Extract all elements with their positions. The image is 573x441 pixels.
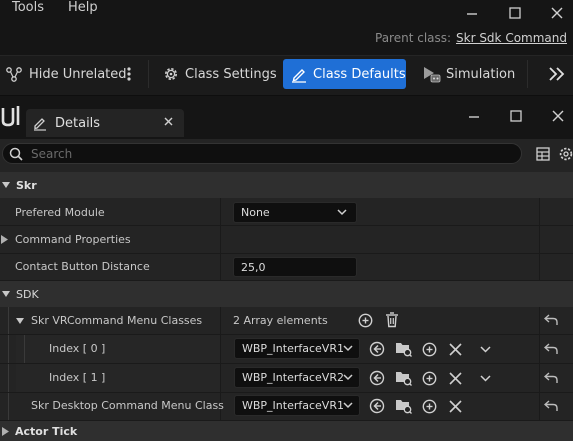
chevron-down-icon bbox=[2, 181, 10, 189]
search-icon bbox=[9, 147, 23, 161]
toolbar-divider bbox=[527, 60, 528, 88]
command-properties-label: Command Properties bbox=[15, 233, 131, 246]
gear-icon bbox=[162, 65, 180, 83]
section-sdk-header[interactable]: SDK bbox=[0, 281, 573, 307]
search-placeholder: Search bbox=[31, 146, 73, 161]
maximize-icon[interactable] bbox=[509, 7, 521, 19]
chevron-down-icon bbox=[343, 345, 353, 352]
contact-button-distance-value: 25,0 bbox=[241, 260, 266, 274]
section-skr-header[interactable]: Skr bbox=[0, 172, 573, 198]
chevron-right-icon bbox=[1, 235, 8, 244]
parent-class-link[interactable]: Skr Sdk Command bbox=[456, 31, 567, 45]
index0-class-picker[interactable]: WBP_InterfaceVR1 bbox=[234, 338, 360, 359]
index0-value: WBP_InterfaceVR1 bbox=[242, 342, 344, 355]
browse-folder-icon[interactable] bbox=[395, 397, 412, 414]
minimize-icon[interactable] bbox=[466, 8, 478, 20]
create-new-icon[interactable] bbox=[422, 399, 437, 414]
close-icon[interactable] bbox=[551, 7, 563, 19]
hide-unrelated-label: Hide Unrelated bbox=[29, 66, 127, 82]
array-element-row-bg bbox=[16, 335, 220, 363]
panel-close-icon[interactable] bbox=[552, 110, 564, 122]
command-properties-row[interactable]: Command Properties bbox=[0, 226, 220, 253]
section-actor-tick-header[interactable]: Actor Tick bbox=[0, 421, 573, 441]
trash-icon[interactable] bbox=[385, 312, 399, 328]
column-divider bbox=[539, 198, 540, 424]
prefered-module-label: Prefered Module bbox=[15, 206, 105, 219]
element-options-chevron-icon[interactable] bbox=[480, 375, 491, 382]
parent-class-label: Parent class: bbox=[375, 31, 452, 45]
clear-icon[interactable] bbox=[449, 372, 462, 385]
create-new-icon[interactable] bbox=[422, 342, 437, 357]
index1-class-picker[interactable]: WBP_InterfaceVR2 bbox=[234, 367, 360, 388]
section-actor-tick-title: Actor Tick bbox=[15, 424, 78, 438]
reset-to-default-icon[interactable] bbox=[544, 372, 558, 384]
prefered-module-value: None bbox=[241, 206, 270, 219]
section-sdk-title: SDK bbox=[16, 287, 39, 301]
menu-tools[interactable]: Tools bbox=[12, 0, 44, 15]
class-settings-label: Class Settings bbox=[185, 66, 277, 82]
menu-help[interactable]: Help bbox=[68, 0, 98, 15]
index1-value: WBP_InterfaceVR2 bbox=[242, 371, 344, 384]
create-new-icon[interactable] bbox=[422, 371, 437, 386]
desktop-menu-class-picker[interactable]: WBP_InterfaceVR1 bbox=[234, 395, 360, 416]
hide-unrelated-icon bbox=[5, 65, 23, 83]
details-tab-label: Details bbox=[55, 115, 101, 131]
reset-to-default-icon[interactable] bbox=[544, 314, 558, 326]
details-tab-icon bbox=[32, 115, 48, 131]
browse-folder-icon[interactable] bbox=[395, 369, 412, 386]
clear-icon[interactable] bbox=[449, 343, 462, 356]
reset-to-default-icon[interactable] bbox=[544, 343, 558, 355]
chevron-down-icon bbox=[343, 374, 353, 381]
chevron-down-icon bbox=[16, 317, 24, 325]
column-divider bbox=[220, 198, 221, 280]
chevron-down-icon bbox=[343, 402, 353, 409]
chevron-down-icon bbox=[337, 209, 347, 216]
row-separator bbox=[0, 253, 573, 254]
edit-defaults-icon bbox=[290, 65, 308, 83]
chevron-down-icon bbox=[2, 290, 10, 298]
simulation-icon bbox=[421, 64, 441, 84]
browse-folder-icon[interactable] bbox=[395, 340, 412, 357]
add-element-icon[interactable] bbox=[358, 313, 373, 328]
expand-toolbar-icon[interactable] bbox=[548, 66, 566, 82]
tab-details[interactable]: Details bbox=[26, 109, 184, 137]
tab-close-icon[interactable] bbox=[164, 117, 173, 126]
vr-menu-classes-label: Skr VRCommand Menu Classes bbox=[31, 314, 203, 327]
toolbar-divider bbox=[148, 60, 149, 88]
desktop-menu-class-value: WBP_InterfaceVR1 bbox=[242, 399, 344, 412]
hide-unrelated-button[interactable]: Hide Unrelated bbox=[5, 58, 127, 90]
use-selected-icon[interactable] bbox=[369, 341, 385, 357]
panel-maximize-icon[interactable] bbox=[510, 110, 522, 122]
vr-menu-classes-row[interactable]: Skr VRCommand Menu Classes bbox=[0, 307, 220, 334]
unreal-logo-icon bbox=[0, 104, 22, 128]
property-matrix-icon[interactable] bbox=[536, 147, 550, 161]
index1-label: Index [ 1 ] bbox=[49, 371, 106, 384]
section-skr-title: Skr bbox=[16, 178, 37, 192]
simulation-label: Simulation bbox=[446, 66, 516, 82]
search-input[interactable]: Search bbox=[2, 143, 522, 164]
contact-button-distance-label: Contact Button Distance bbox=[15, 260, 150, 273]
array-element-row-bg bbox=[16, 364, 220, 392]
use-selected-icon[interactable] bbox=[369, 398, 385, 414]
index0-label: Index [ 0 ] bbox=[49, 342, 106, 355]
element-options-chevron-icon[interactable] bbox=[480, 346, 491, 353]
class-defaults-label: Class Defaults bbox=[313, 66, 406, 82]
vr-menu-classes-count: 2 Array elements bbox=[233, 314, 328, 327]
contact-button-distance-input[interactable]: 25,0 bbox=[233, 257, 357, 277]
desktop-menu-class-label: Skr Desktop Command Menu Class bbox=[31, 399, 224, 412]
class-settings-button[interactable]: Class Settings bbox=[162, 58, 277, 90]
simulation-button[interactable]: Simulation bbox=[421, 58, 515, 90]
use-selected-icon[interactable] bbox=[369, 370, 385, 386]
class-defaults-button[interactable]: Class Defaults bbox=[283, 59, 406, 89]
row-separator bbox=[0, 392, 573, 393]
clear-icon[interactable] bbox=[449, 400, 462, 413]
reset-to-default-icon[interactable] bbox=[544, 400, 558, 412]
more-options-icon[interactable] bbox=[126, 66, 132, 82]
prefered-module-dropdown[interactable]: None bbox=[233, 202, 357, 223]
chevron-right-icon bbox=[2, 426, 9, 436]
settings-gear-icon[interactable] bbox=[558, 146, 573, 162]
panel-minimize-icon[interactable] bbox=[468, 111, 480, 123]
